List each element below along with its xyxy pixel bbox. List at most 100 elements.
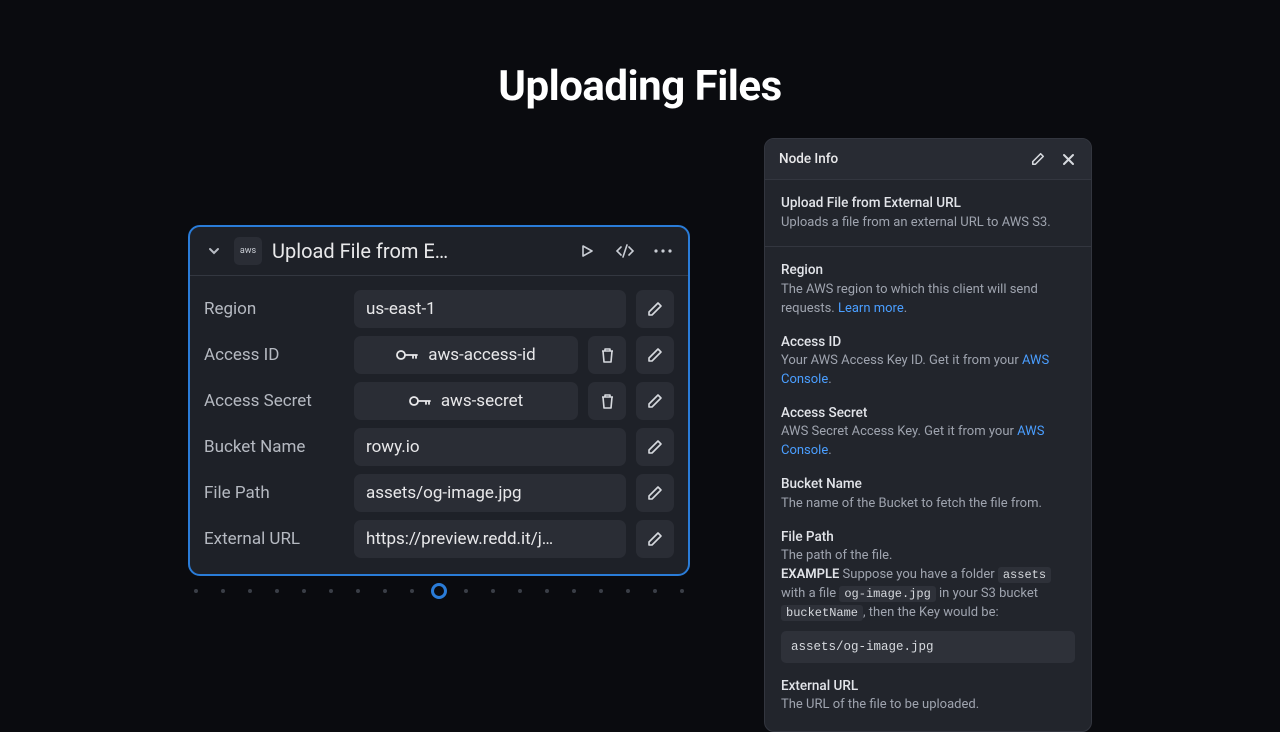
field-row-access-secret: Access Secret aws-secret <box>204 382 674 420</box>
info-section-desc: The path of the file. EXAMPLE Suppose yo… <box>781 547 1075 622</box>
info-section-label: Access Secret <box>781 404 1075 424</box>
field-label: Region <box>204 299 344 319</box>
pencil-icon <box>647 393 663 409</box>
connector-dot <box>275 589 279 593</box>
edit-info-button[interactable] <box>1029 150 1047 168</box>
field-label: Access Secret <box>204 391 344 411</box>
more-button[interactable] <box>652 240 674 262</box>
field-row-bucket-name: Bucket Name rowy.io <box>204 428 674 466</box>
connector-dot <box>545 589 549 593</box>
pencil-icon <box>647 485 663 501</box>
connector-dots-row <box>188 589 690 593</box>
connector-dot <box>221 589 225 593</box>
key-icon <box>396 348 418 362</box>
field-label: Bucket Name <box>204 437 344 457</box>
chevron-down-icon <box>208 245 220 257</box>
field-row-external-url: External URL https://preview.redd.it/j… <box>204 520 674 558</box>
field-value-access-id[interactable]: aws-access-id <box>354 336 578 374</box>
node-header: aws Upload File from E… <box>190 227 688 276</box>
pencil-icon <box>647 301 663 317</box>
run-button[interactable] <box>576 240 598 262</box>
trash-icon <box>600 347 615 363</box>
inline-code: bucketName <box>781 605 863 621</box>
collapse-toggle[interactable] <box>204 241 224 261</box>
learn-more-link[interactable]: Learn more <box>838 301 904 316</box>
delete-button[interactable] <box>588 336 626 374</box>
info-section-desc: AWS Secret Access Key. Get it from your … <box>781 423 1075 461</box>
edit-button[interactable] <box>636 474 674 512</box>
connector-dot <box>653 589 657 593</box>
pencil-icon <box>647 439 663 455</box>
info-panel-title: Node Info <box>779 151 838 167</box>
connector-dot <box>464 589 468 593</box>
connector-dot <box>383 589 387 593</box>
info-section-desc: Your AWS Access Key ID. Get it from your… <box>781 352 1075 390</box>
connector-dot <box>572 589 576 593</box>
page-title: Uploading Files <box>0 0 1280 111</box>
field-value-text: aws-access-id <box>428 345 536 365</box>
edit-button[interactable] <box>636 428 674 466</box>
field-row-file-path: File Path assets/og-image.jpg <box>204 474 674 512</box>
info-section-label: File Path <box>781 528 1075 548</box>
connector-dot <box>329 589 333 593</box>
edit-button[interactable] <box>636 336 674 374</box>
node-card: aws Upload File from E… Region us-east-1 <box>188 225 690 576</box>
node-info-panel: Node Info Upload File from External URL … <box>764 138 1092 732</box>
node-title: Upload File from E… <box>272 239 566 263</box>
connector-dot <box>356 589 360 593</box>
info-section-label: Bucket Name <box>781 475 1075 495</box>
connector-dot <box>680 589 684 593</box>
delete-button[interactable] <box>588 382 626 420</box>
field-row-access-id: Access ID aws-access-id <box>204 336 674 374</box>
connector-dot <box>491 589 495 593</box>
aws-brand-label: aws <box>240 246 256 256</box>
info-section-desc: The name of the Bucket to fetch the file… <box>781 495 1075 514</box>
connector-dot <box>518 589 522 593</box>
pencil-icon <box>647 347 663 363</box>
pencil-icon <box>647 531 663 547</box>
node-body: Region us-east-1 Access ID aws-access-id <box>190 276 688 574</box>
code-icon <box>615 244 635 258</box>
code-block: assets/og-image.jpg <box>781 631 1075 663</box>
info-node-title: Upload File from External URL <box>781 194 1075 214</box>
info-panel-body: Upload File from External URL Uploads a … <box>765 180 1091 731</box>
output-port[interactable] <box>431 583 447 599</box>
info-section-desc: The AWS region to which this client will… <box>781 281 1075 319</box>
edit-button[interactable] <box>636 290 674 328</box>
edit-button[interactable] <box>636 520 674 558</box>
info-section-label: Region <box>781 261 1075 281</box>
connector-dot <box>599 589 603 593</box>
play-icon <box>580 244 594 258</box>
divider <box>765 246 1091 247</box>
info-panel-header: Node Info <box>765 139 1091 180</box>
info-section-label: Access ID <box>781 333 1075 353</box>
connector-dot <box>410 589 414 593</box>
info-node-subtitle: Uploads a file from an external URL to A… <box>781 214 1075 233</box>
pencil-icon <box>1031 152 1045 166</box>
info-section-label: External URL <box>781 677 1075 697</box>
edit-button[interactable] <box>636 382 674 420</box>
field-value-text: aws-secret <box>441 391 523 411</box>
field-row-region: Region us-east-1 <box>204 290 674 328</box>
field-value-external-url[interactable]: https://preview.redd.it/j… <box>354 520 626 558</box>
connector-dot <box>248 589 252 593</box>
key-icon <box>409 394 431 408</box>
field-label: Access ID <box>204 345 344 365</box>
connector-dot <box>626 589 630 593</box>
info-section-desc: The URL of the file to be uploaded. <box>781 696 1075 715</box>
field-label: File Path <box>204 483 344 503</box>
field-label: External URL <box>204 529 344 549</box>
close-info-button[interactable] <box>1059 150 1077 168</box>
field-value-region[interactable]: us-east-1 <box>354 290 626 328</box>
close-icon <box>1062 153 1075 166</box>
ellipsis-icon <box>654 249 672 253</box>
field-value-access-secret[interactable]: aws-secret <box>354 382 578 420</box>
inline-code: assets <box>998 567 1051 583</box>
field-value-bucket-name[interactable]: rowy.io <box>354 428 626 466</box>
code-view-button[interactable] <box>614 240 636 262</box>
trash-icon <box>600 393 615 409</box>
connector-dot <box>302 589 306 593</box>
field-value-file-path[interactable]: assets/og-image.jpg <box>354 474 626 512</box>
aws-brand-badge: aws <box>234 237 262 265</box>
inline-code: og-image.jpg <box>839 586 935 602</box>
